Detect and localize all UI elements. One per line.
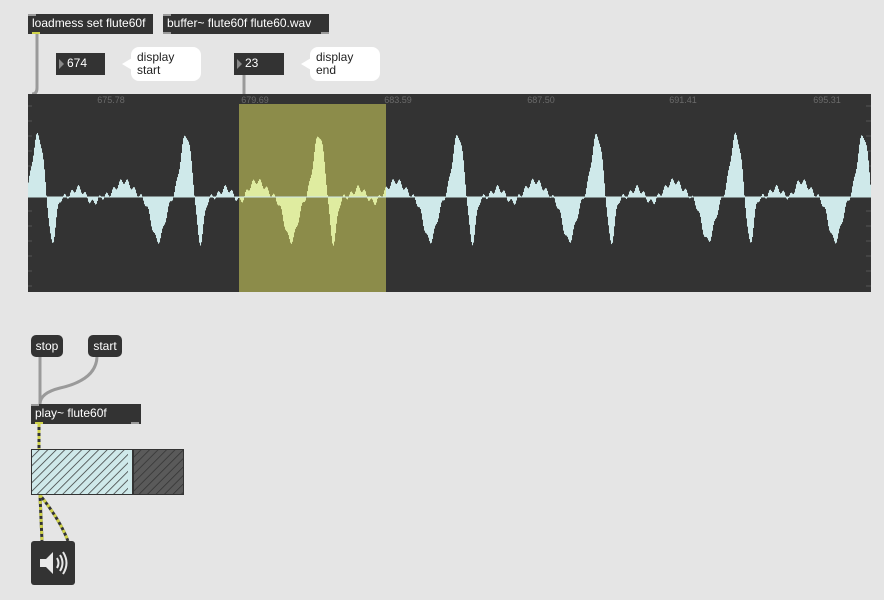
outlet[interactable] bbox=[35, 422, 43, 424]
triangle-icon bbox=[59, 59, 64, 69]
ezdac-speaker-button[interactable] bbox=[31, 541, 75, 585]
patch-cords bbox=[31, 33, 246, 542]
display-end-number-box[interactable]: 23 bbox=[234, 53, 284, 75]
time-label: 695.31 bbox=[813, 95, 841, 105]
comment-tail bbox=[122, 58, 132, 70]
time-label: 683.59 bbox=[384, 95, 412, 105]
waveform-selection[interactable] bbox=[239, 104, 386, 292]
play-label: play~ flute60f bbox=[35, 406, 107, 420]
display-end-comment: display end bbox=[301, 47, 380, 81]
comment-tail bbox=[301, 58, 311, 70]
display-end-value: 23 bbox=[245, 56, 259, 70]
progress-played bbox=[32, 450, 128, 494]
stop-message[interactable]: stop bbox=[31, 335, 63, 357]
triangle-icon bbox=[237, 59, 242, 69]
comment-line: end bbox=[316, 63, 337, 77]
buffer-label: buffer~ flute60f flute60.wav bbox=[167, 16, 312, 30]
display-start-value: 674 bbox=[67, 56, 88, 70]
progress-playhead[interactable] bbox=[128, 450, 132, 494]
stop-label: stop bbox=[35, 339, 59, 353]
comment-line: start bbox=[137, 63, 161, 77]
outlet[interactable] bbox=[321, 32, 329, 34]
play-object[interactable]: play~ flute60f bbox=[31, 404, 141, 424]
outlet[interactable] bbox=[131, 422, 139, 424]
outlet[interactable] bbox=[32, 32, 40, 34]
time-label: 687.50 bbox=[527, 95, 555, 105]
progress-remaining bbox=[134, 450, 183, 494]
playback-progress[interactable] bbox=[31, 449, 184, 495]
start-message[interactable]: start bbox=[88, 335, 122, 357]
display-start-number-box[interactable]: 674 bbox=[56, 53, 105, 75]
time-label: 675.78 bbox=[97, 95, 125, 105]
time-label: 679.69 bbox=[241, 95, 269, 105]
loadmess-label: loadmess set flute60f bbox=[32, 16, 146, 30]
outlet[interactable] bbox=[163, 32, 171, 34]
waveform-display[interactable]: 675.78 679.69 683.59 687.50 691.41 695.31 bbox=[28, 94, 871, 292]
buffer-object[interactable]: buffer~ flute60f flute60.wav bbox=[163, 14, 329, 34]
start-label: start bbox=[93, 339, 117, 353]
speaker-icon bbox=[40, 551, 68, 575]
display-start-comment: display start bbox=[122, 47, 201, 81]
time-label: 691.41 bbox=[669, 95, 697, 105]
loadmess-object[interactable]: loadmess set flute60f bbox=[28, 14, 153, 34]
